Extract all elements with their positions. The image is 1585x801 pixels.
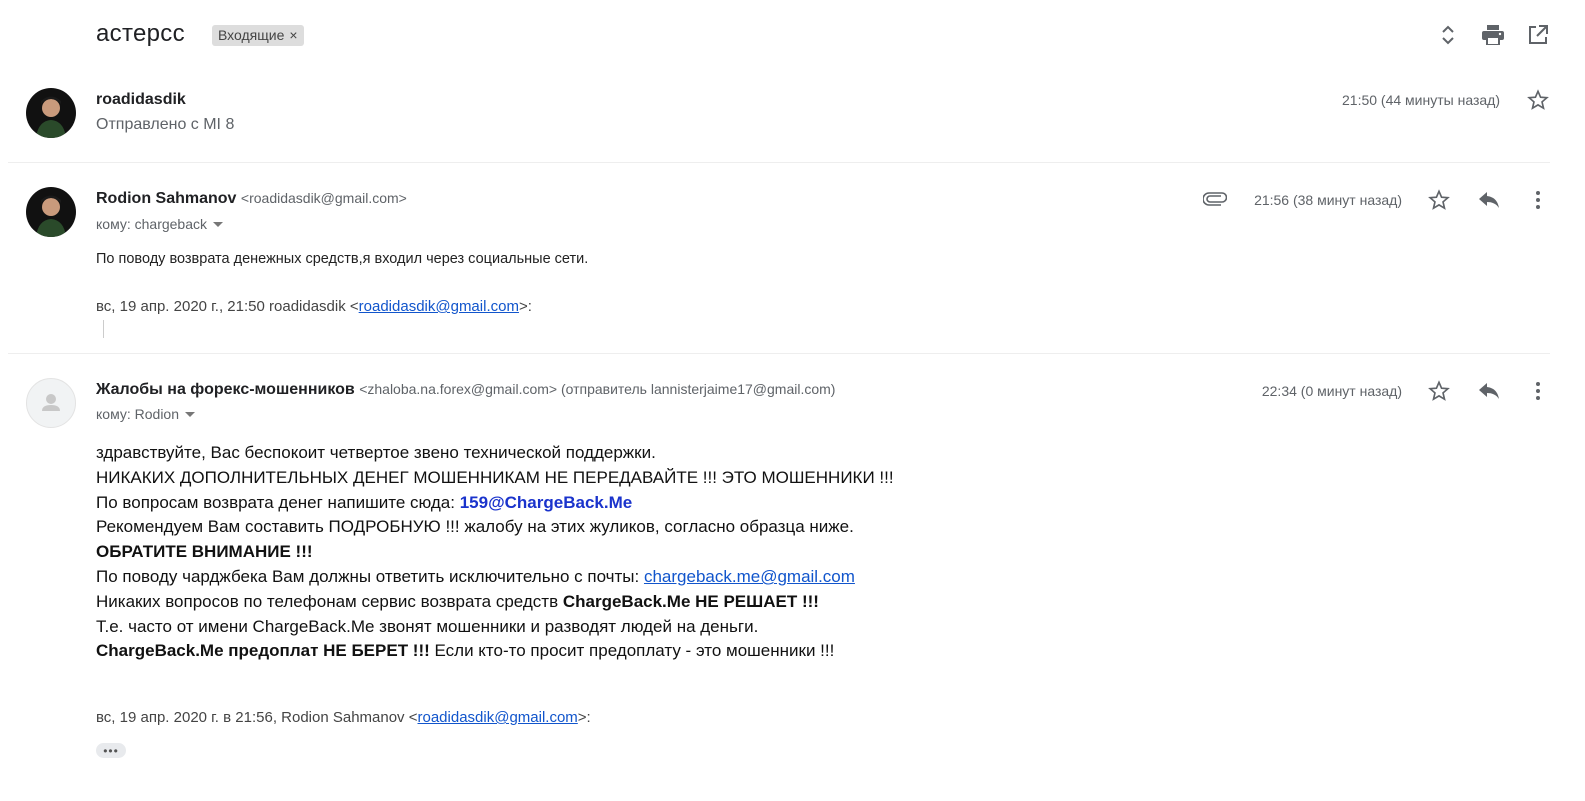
quote-prefix: вс, 19 апр. 2020 г., 21:50 roadidasdik < — [96, 298, 359, 315]
message-body: здравствуйте, Вас беспокоит четвертое зв… — [96, 441, 894, 664]
reply-icon[interactable] — [1477, 379, 1501, 403]
body-line: здравствуйте, Вас беспокоит четвертое зв… — [96, 443, 656, 462]
body-text: По поводу чарджбека Вам должны ответить … — [96, 566, 644, 586]
message-divider — [8, 353, 1550, 354]
star-icon[interactable] — [1427, 188, 1451, 212]
avatar[interactable] — [26, 187, 76, 237]
default-avatar-icon[interactable] — [26, 378, 76, 428]
email-link[interactable]: 159@ChargeBack.Me — [460, 493, 633, 512]
sender-name[interactable]: Жалобы на форекс-мошенников — [96, 381, 355, 398]
body-bold-text: ОБРАТИТЕ ВНИМАНИЕ !!! — [96, 542, 313, 562]
message-body: По поводу возврата денежных средств,я вх… — [96, 251, 589, 267]
expand-all-icon[interactable] — [1435, 22, 1461, 48]
recipients-label: кому: Rodion — [96, 406, 179, 422]
quote-bar — [103, 320, 104, 338]
recipients-toggle[interactable]: кому: chargeback — [96, 216, 224, 232]
quote-suffix: >: — [577, 709, 591, 726]
body-line: НИКАКИХ ДОПОЛНИТЕЛЬНЫХ ДЕНЕГ МОШЕННИКАМ … — [96, 467, 894, 487]
quote-prefix: вс, 19 апр. 2020 г. в 21:56, Rodion Sahm… — [96, 709, 418, 726]
body-line: ChargeBack.Me предоплат НЕ БЕРЕТ !!! Есл… — [96, 639, 894, 664]
message-time: 22:34 (0 минут назад) — [1261, 383, 1402, 399]
recipients-toggle[interactable]: кому: Rodion — [96, 406, 195, 422]
recipients-label: кому: chargeback — [96, 216, 208, 232]
label-remove-icon[interactable]: × — [289, 25, 297, 46]
message-divider — [8, 162, 1550, 163]
label-chip-inbox[interactable]: Входящие × — [212, 25, 304, 46]
body-line: Рекомендуем Вам составить ПОДРОБНУЮ !!! … — [96, 517, 854, 537]
message-time: 21:56 (38 минут назад) — [1254, 192, 1402, 208]
quote-header: вс, 19 апр. 2020 г. в 21:56, Rodion Sahm… — [96, 709, 591, 726]
quote-header: вс, 19 апр. 2020 г., 21:50 roadidasdik <… — [96, 298, 532, 315]
sender-name[interactable]: Rodion Sahmanov — [96, 190, 236, 207]
star-icon[interactable] — [1526, 88, 1550, 112]
chevron-down-icon — [213, 221, 224, 227]
body-bold-text: ChargeBack.Me предоплат НЕ БЕРЕТ !!! — [96, 641, 430, 661]
body-line: Т.е. часто от имени ChargeBack.Me звонят… — [96, 616, 759, 636]
quote-suffix: >: — [518, 298, 532, 315]
sender-line: Жалобы на форекс-мошенников <zhaloba.na.… — [96, 381, 835, 399]
reply-icon[interactable] — [1477, 188, 1501, 212]
quote-email-link[interactable]: roadidasdik@gmail.com — [359, 298, 519, 315]
quote-email-link[interactable]: roadidasdik@gmail.com — [418, 709, 578, 726]
avatar[interactable] — [26, 88, 76, 138]
sender-email: <roadidasdik@gmail.com> — [240, 190, 407, 206]
body-text: Если кто-то просит предоплату - это моше… — [429, 641, 835, 661]
star-icon[interactable] — [1427, 379, 1451, 403]
sender-name[interactable]: roadidasdik — [96, 91, 186, 109]
email-subject: астерсс — [96, 20, 185, 47]
attachment-icon — [1202, 192, 1228, 211]
body-line: По поводу чарджбека Вам должны ответить … — [96, 565, 894, 590]
show-trimmed-content-button[interactable]: ••• — [96, 743, 126, 758]
body-bold-text: ChargeBack.Me НЕ РЕШАЕТ !!! — [562, 591, 819, 611]
more-vert-icon[interactable] — [1526, 188, 1550, 212]
open-in-new-window-icon[interactable] — [1525, 22, 1551, 48]
label-chip-text: Входящие — [218, 27, 285, 43]
print-icon[interactable] — [1480, 22, 1506, 48]
body-line: ОБРАТИТЕ ВНИМАНИЕ !!! — [96, 540, 894, 565]
body-text: По вопросам возврата денег напишите сюда… — [96, 492, 460, 512]
body-text: Никаких вопросов по телефонам сервис воз… — [96, 591, 563, 611]
chevron-down-icon — [185, 411, 195, 417]
body-line: По вопросам возврата денег напишите сюда… — [96, 491, 894, 516]
body-line: Никаких вопросов по телефонам сервис воз… — [96, 590, 894, 615]
more-vert-icon[interactable] — [1526, 379, 1550, 403]
message-snippet[interactable]: Отправлено с MI 8 — [96, 116, 234, 134]
sender-line: Rodion Sahmanov <roadidasdik@gmail.com> — [96, 190, 407, 208]
sender-email: <zhaloba.na.forex@gmail.com> (отправител… — [359, 381, 836, 397]
message-time: 21:50 (44 минуты назад) — [1342, 92, 1500, 108]
email-link[interactable]: chargeback.me@gmail.com — [644, 567, 855, 586]
